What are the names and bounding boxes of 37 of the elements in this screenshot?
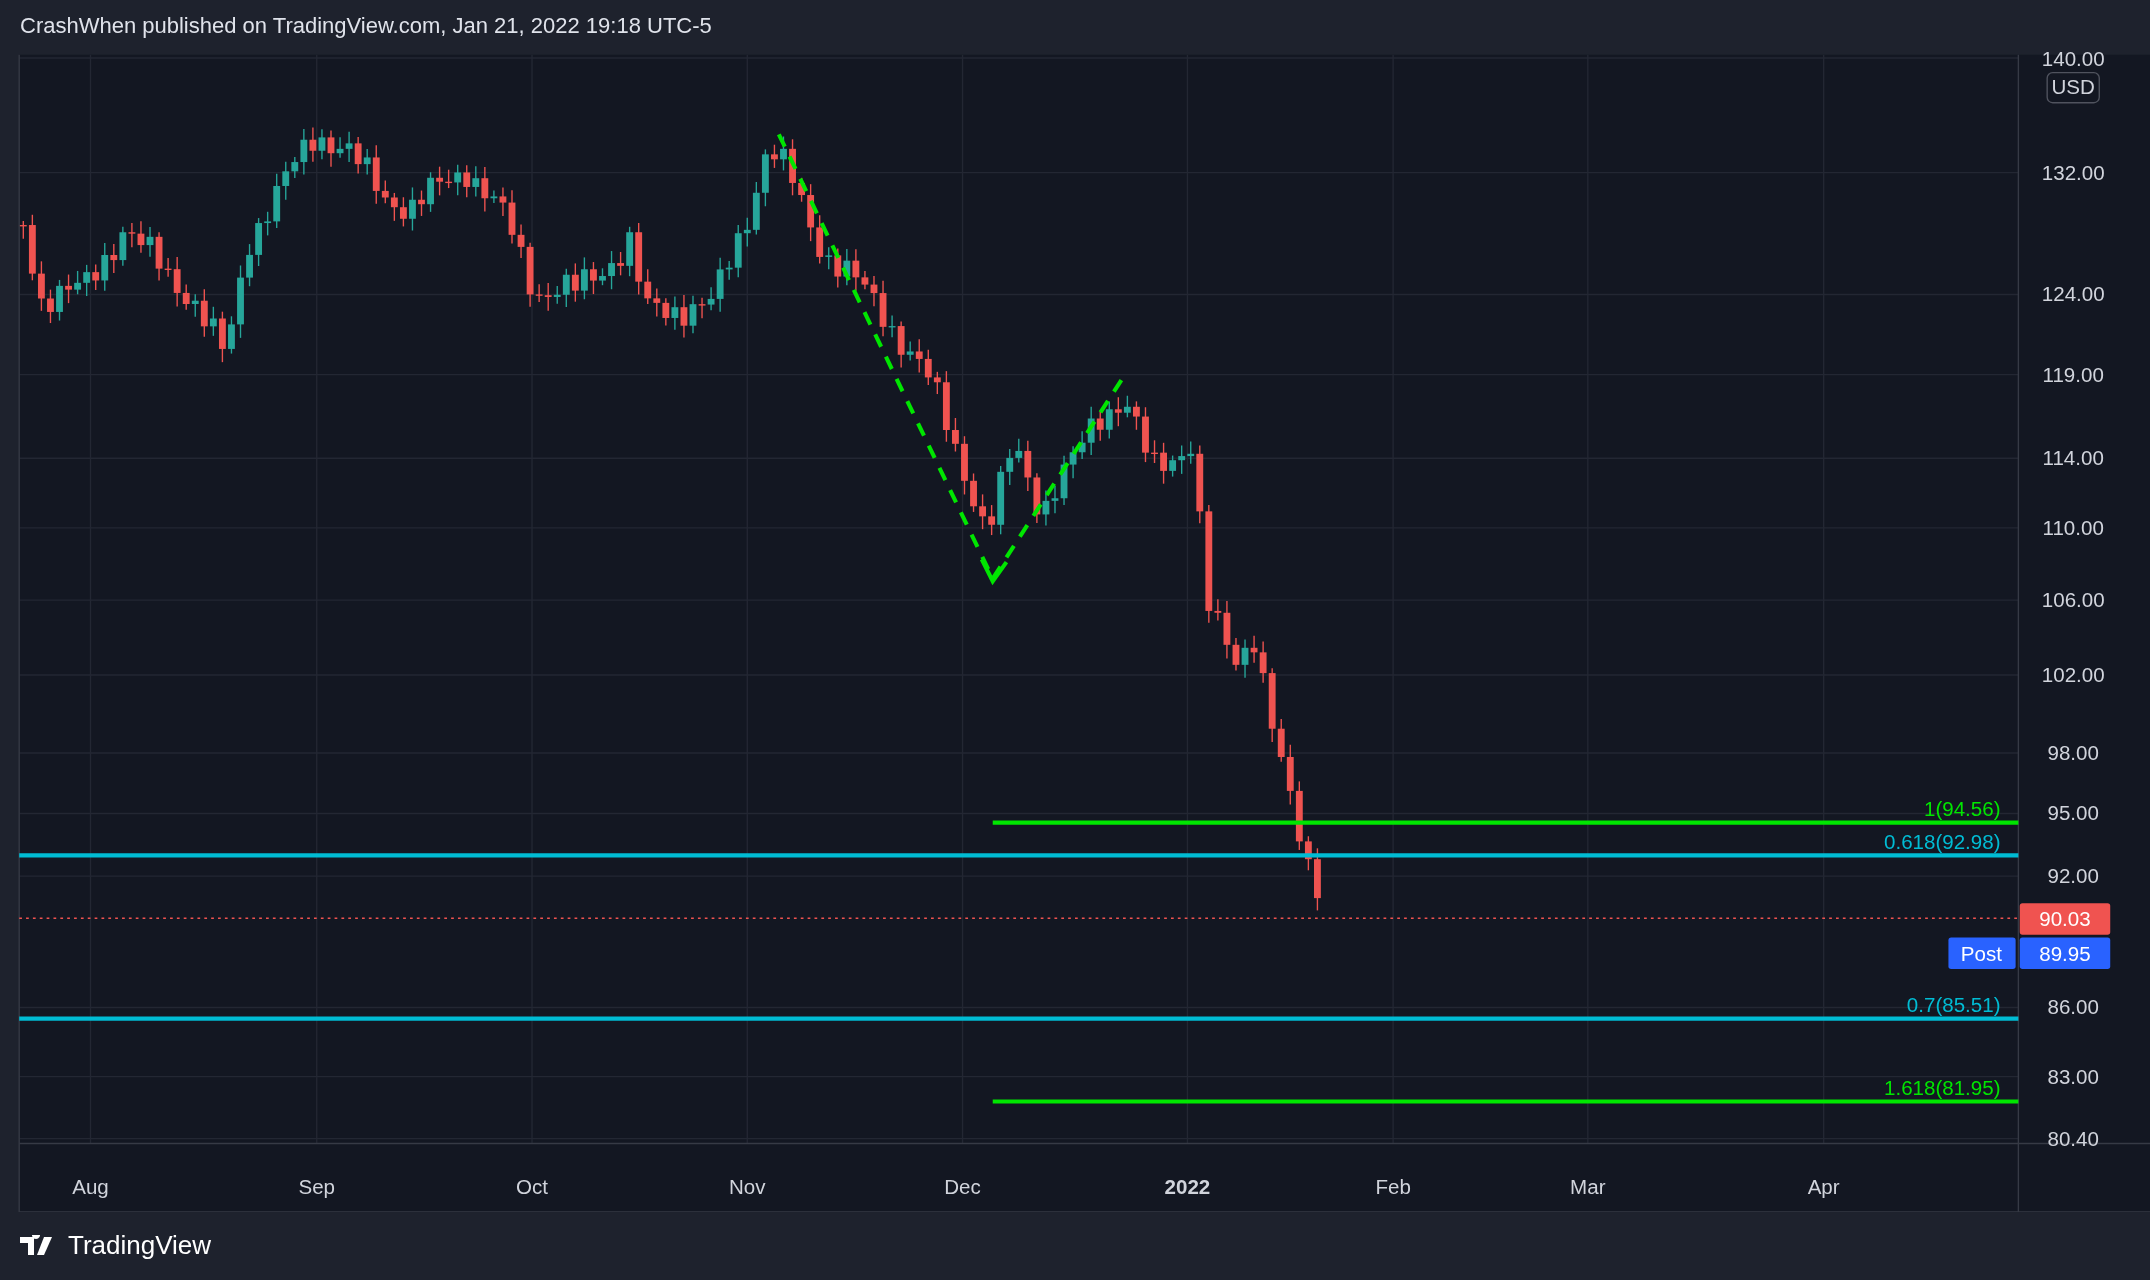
price-label: 83.00	[2047, 1064, 2099, 1088]
currency-badge[interactable]: USD	[2046, 71, 2100, 104]
last-price-tag: 90.03	[2019, 903, 2111, 935]
level-label: 1(94.56)	[1924, 796, 2001, 820]
time-label: Mar	[1570, 1175, 1606, 1199]
publish-info: CrashWhen published on TradingView.com, Jan 21, 2022 19:18 UTC-5	[20, 13, 712, 39]
level-label: 1.618(81.95)	[1884, 1075, 2001, 1099]
post-price-tag: 89.95	[2019, 937, 2111, 969]
time-label: 2022	[1164, 1175, 1211, 1199]
price-label: 119.00	[2042, 362, 2104, 386]
time-label: Nov	[729, 1175, 766, 1199]
price-label: 80.40	[2047, 1126, 2099, 1150]
price-label: 92.00	[2047, 863, 2099, 887]
price-label: 114.00	[2042, 446, 2104, 470]
level-line[interactable]	[992, 1099, 2019, 1104]
price-label: 102.00	[2041, 662, 2105, 686]
time-label: Sep	[298, 1175, 335, 1199]
level-label: 0.7(85.51)	[1906, 992, 2001, 1016]
brand-name[interactable]: TradingView	[68, 1230, 212, 1261]
level-label: 0.618(92.98)	[1884, 829, 2001, 853]
price-label: 124.00	[2041, 282, 2105, 306]
time-label: Apr	[1807, 1175, 1840, 1199]
level-line[interactable]	[19, 1016, 2019, 1021]
price-label: 106.00	[2041, 587, 2105, 611]
price-label: 132.00	[2041, 160, 2105, 184]
price-label: 140.00	[2041, 52, 2105, 70]
time-label: Oct	[516, 1175, 548, 1199]
time-label: Feb	[1375, 1175, 1411, 1199]
price-label: 98.00	[2047, 740, 2099, 764]
post-market-tag: Post	[1948, 937, 2016, 969]
time-label: Aug	[72, 1175, 109, 1199]
price-label: 86.00	[2047, 995, 2099, 1019]
price-label: 95.00	[2047, 801, 2099, 825]
price-label: 110.00	[2042, 515, 2104, 539]
time-label: Dec	[944, 1175, 981, 1199]
level-line[interactable]	[992, 820, 2019, 825]
level-line[interactable]	[19, 853, 2019, 858]
